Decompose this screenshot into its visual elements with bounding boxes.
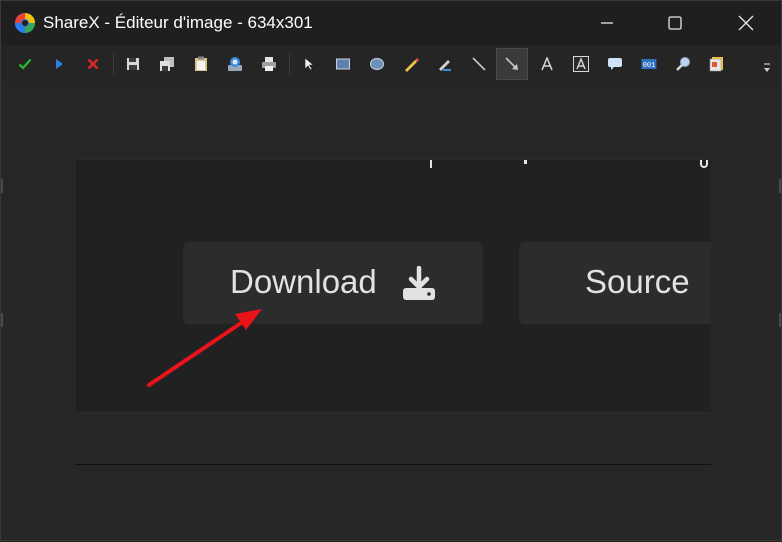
red-arrow-annotation[interactable] bbox=[1, 1, 782, 542]
image-editor-window: ShareX - Éditeur d'image - 634x301 001 D… bbox=[0, 0, 782, 541]
